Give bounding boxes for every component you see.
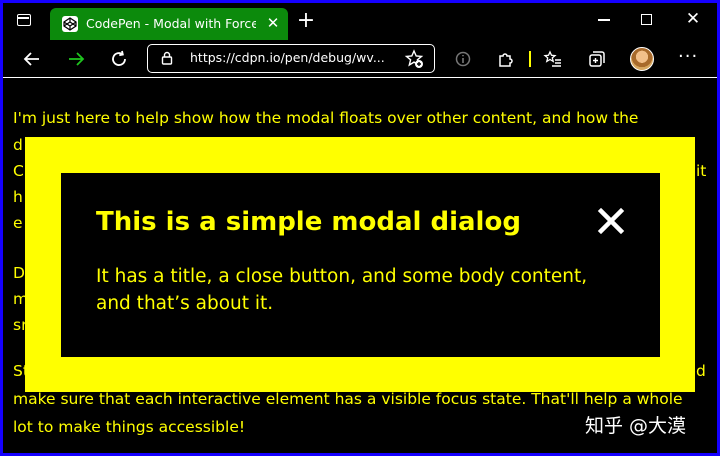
- watermark: 知乎 @大漠: [585, 415, 687, 437]
- collections-icon[interactable]: [587, 49, 607, 69]
- info-icon[interactable]: [453, 49, 473, 69]
- extensions-icon[interactable]: [496, 49, 516, 69]
- new-tab-button[interactable]: +: [296, 10, 316, 32]
- fragment-right-bottom: d: [696, 362, 706, 380]
- paragraph-1: I'm just here to help show how the modal…: [13, 109, 639, 127]
- modal-close-button[interactable]: [596, 206, 626, 236]
- back-icon[interactable]: [22, 49, 42, 69]
- maximize-button[interactable]: [641, 14, 652, 25]
- browser-tab[interactable]: CodePen - Modal with Forced Co ✕: [50, 8, 288, 40]
- favorites-add-icon[interactable]: [404, 49, 424, 69]
- toolbar-separator: [529, 51, 531, 67]
- url-text: https://cdpn.io/pen/debug/wv...: [190, 50, 385, 65]
- modal-frame: This is a simple modal dialog It has a t…: [25, 137, 695, 392]
- refresh-icon[interactable]: [109, 49, 129, 69]
- tab-close-icon[interactable]: ✕: [264, 14, 282, 32]
- modal-title: This is a simple modal dialog: [96, 207, 521, 237]
- minimize-button[interactable]: [598, 19, 610, 21]
- favorites-icon[interactable]: [543, 49, 563, 69]
- more-icon[interactable]: ···: [678, 48, 698, 68]
- close-icon: [597, 207, 625, 235]
- window-close-button[interactable]: ✕: [683, 9, 703, 29]
- lock-icon[interactable]: [160, 51, 174, 65]
- tab-actions-icon[interactable]: [17, 14, 31, 26]
- browser-toolbar: https://cdpn.io/pen/debug/wv... ···: [0, 40, 720, 78]
- tab-bar: CodePen - Modal with Forced Co ✕ + ✕: [0, 0, 720, 40]
- address-bar[interactable]: https://cdpn.io/pen/debug/wv...: [147, 44, 435, 73]
- codepen-icon: [62, 16, 78, 32]
- forward-icon[interactable]: [66, 49, 86, 69]
- modal-body: It has a title, a close button, and some…: [96, 266, 588, 314]
- tab-title: CodePen - Modal with Forced Co: [86, 16, 256, 31]
- fragment-right: it: [696, 162, 707, 180]
- avatar[interactable]: [630, 47, 654, 71]
- modal-dialog: This is a simple modal dialog It has a t…: [61, 173, 660, 357]
